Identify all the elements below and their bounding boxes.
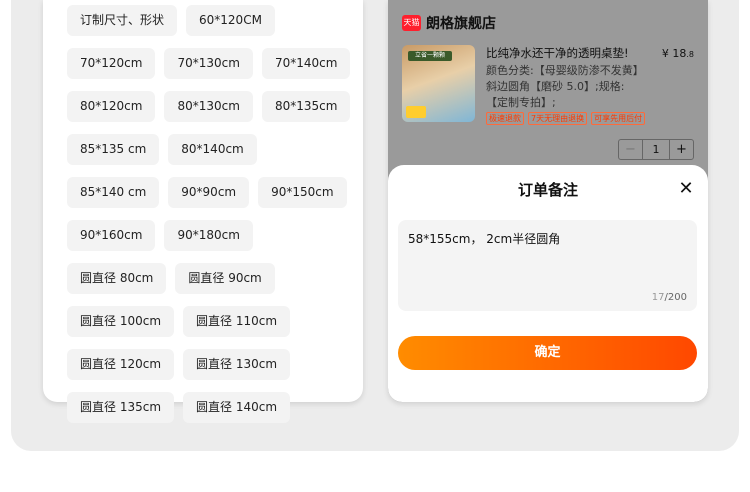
product-title: 比纯净水还干净的透明桌垫!: [486, 46, 629, 60]
size-chip[interactable]: 60*120CM: [186, 5, 275, 36]
close-icon[interactable]: ✕: [678, 180, 694, 198]
size-chip[interactable]: 85*135 cm: [67, 134, 160, 165]
size-chip[interactable]: 圆直径 100cm: [67, 306, 175, 337]
price-decimal: .8: [686, 50, 694, 59]
size-chip[interactable]: 圆直径 110cm: [183, 306, 291, 337]
size-chip[interactable]: 圆直径 130cm: [183, 349, 291, 380]
price-integer: 18: [672, 47, 687, 60]
char-count-max: /200: [664, 292, 687, 303]
note-text: 58*155cm， 2cm半径圆角: [408, 232, 561, 246]
size-chip[interactable]: 80*130cm: [164, 91, 253, 122]
size-chip[interactable]: 90*150cm: [258, 177, 347, 208]
shop-name: 朗格旗舰店: [426, 16, 496, 32]
quantity-value[interactable]: 1: [642, 140, 670, 159]
product-thumbnail[interactable]: 立省一颗颗: [402, 45, 475, 122]
size-chip[interactable]: 90*90cm: [168, 177, 250, 208]
size-chip[interactable]: 90*160cm: [67, 220, 156, 251]
size-chip[interactable]: 圆直径 90cm: [175, 263, 275, 294]
note-textarea[interactable]: 58*155cm， 2cm半径圆角 17/200: [398, 220, 697, 311]
size-chip[interactable]: 圆直径 120cm: [67, 349, 175, 380]
char-counter: 17/200: [652, 292, 687, 303]
service-tag: 可享先用后付: [591, 112, 646, 125]
size-chip[interactable]: 70*130cm: [164, 48, 253, 79]
size-chip[interactable]: 80*120cm: [67, 91, 156, 122]
size-chip[interactable]: 圆直径 80cm: [67, 263, 167, 294]
size-chip[interactable]: 圆直径 135cm: [67, 392, 175, 423]
size-chip-list: 订制尺寸、形状 60*120CM 70*120cm 70*130cm 70*14…: [67, 5, 357, 423]
size-chip[interactable]: 70*120cm: [67, 48, 156, 79]
increase-button[interactable]: +: [670, 140, 693, 159]
size-chip-custom[interactable]: 订制尺寸、形状: [67, 5, 178, 36]
service-tag: 极速退款: [486, 112, 524, 125]
char-count-current: 17: [651, 292, 665, 303]
product-variant: 颜色分类:【母婴级防渗不发黄】斜边圆角【磨砂 5.0】;规格:【定制专拍】;: [486, 64, 644, 109]
shop-header[interactable]: 天猫 朗格旗舰店: [402, 13, 496, 33]
size-chip[interactable]: 80*135cm: [261, 91, 351, 122]
size-chip[interactable]: 85*140 cm: [67, 177, 160, 208]
decrease-button[interactable]: −: [619, 140, 642, 159]
size-chip[interactable]: 90*180cm: [164, 220, 253, 251]
thumbnail-tag: [406, 106, 426, 118]
size-options-panel: 订制尺寸、形状 60*120CM 70*120cm 70*130cm 70*14…: [43, 0, 363, 423]
quantity-stepper: − 1 +: [618, 139, 694, 160]
sheet-title: 订单备注: [517, 181, 578, 199]
price-symbol: ¥: [661, 47, 669, 60]
product-price: ¥ 18.8: [662, 47, 694, 60]
thumbnail-banner: 立省一颗颗: [408, 51, 452, 61]
size-chip[interactable]: 80*140cm: [168, 134, 257, 165]
order-note-sheet: 订单备注 ✕ 58*155cm， 2cm半径圆角 17/200 确定: [388, 165, 708, 402]
service-tag: 7天无理由退换: [528, 112, 588, 125]
size-chip[interactable]: 70*140cm: [261, 48, 351, 79]
tmall-logo-icon: 天猫: [402, 15, 421, 31]
confirm-button[interactable]: 确定: [398, 336, 697, 370]
service-tags: 极速退款 7天无理由退换 可享先用后付: [486, 112, 646, 125]
size-chip[interactable]: 圆直径 140cm: [183, 392, 291, 423]
order-note-screen: 天猫 朗格旗舰店 立省一颗颗 比纯净水还干净的透明桌垫! ¥ 18.8 颜色分类…: [388, 0, 708, 402]
